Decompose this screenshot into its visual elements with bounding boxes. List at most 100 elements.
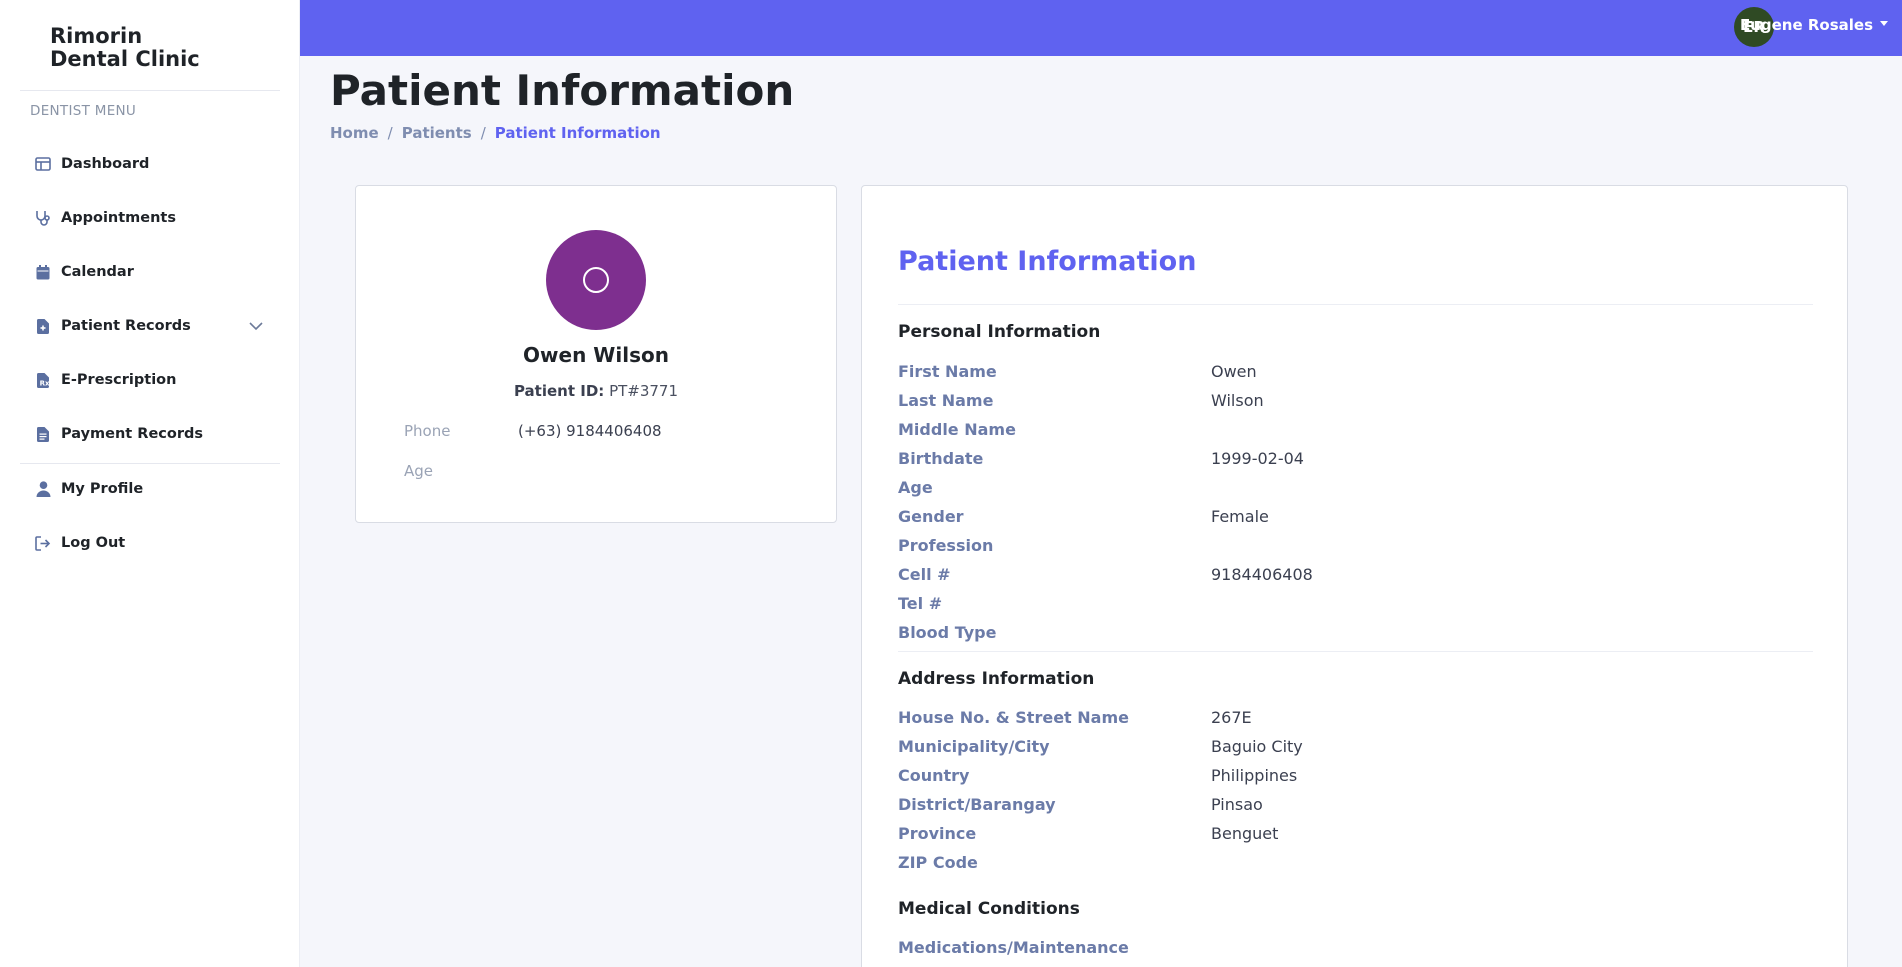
info-row-age: Age xyxy=(898,478,1211,502)
field-value: 1999-02-04 xyxy=(1211,449,1304,468)
field-value: Baguio City xyxy=(1211,737,1303,756)
info-row-country: Country Philippines xyxy=(898,766,1297,790)
field-value: Wilson xyxy=(1211,391,1264,410)
sidebar: Rimorin Dental Clinic DENTIST MENU Dashb… xyxy=(0,0,300,967)
info-row-city: Municipality/City Baguio City xyxy=(898,737,1303,761)
sidebar-item-my-profile[interactable]: My Profile xyxy=(34,474,264,504)
field-label: Cell # xyxy=(898,565,951,584)
phone-value: (+63) 9184406408 xyxy=(518,422,662,440)
info-row-profession: Profession xyxy=(898,536,1211,560)
profile-phone-row: Phone (+63) 9184406408 xyxy=(404,422,662,440)
sidebar-item-label: Appointments xyxy=(61,210,176,226)
info-row-province: Province Benguet xyxy=(898,824,1278,848)
field-label: Gender xyxy=(898,507,964,526)
patient-information-card: Patient Information Personal Information… xyxy=(861,185,1848,967)
field-label: ZIP Code xyxy=(898,853,978,872)
breadcrumb-current: Patient Information xyxy=(494,124,661,142)
info-row-cell: Cell # 9184406408 xyxy=(898,565,1313,589)
sidebar-item-log-out[interactable]: Log Out xyxy=(34,528,264,558)
info-row-middle-name: Middle Name xyxy=(898,420,1211,444)
divider xyxy=(898,651,1813,652)
field-value: Pinsao xyxy=(1211,795,1263,814)
patient-id-label: Patient ID: xyxy=(513,382,605,400)
breadcrumb-separator: / xyxy=(387,124,393,142)
sidebar-item-label: Payment Records xyxy=(61,426,203,442)
sidebar-item-label: Log Out xyxy=(61,535,126,551)
chevron-down-icon[interactable] xyxy=(248,318,264,334)
info-row-street: House No. & Street Name 267E xyxy=(898,708,1252,732)
phone-label: Phone xyxy=(404,422,451,440)
sidebar-item-payment-records[interactable]: Payment Records xyxy=(34,419,264,449)
sidebar-item-label: Dashboard xyxy=(61,156,150,172)
stethoscope-icon xyxy=(34,209,52,227)
breadcrumb-patients[interactable]: Patients xyxy=(402,124,472,142)
sidebar-item-appointments[interactable]: Appointments xyxy=(34,203,264,233)
info-row-barangay: District/Barangay Pinsao xyxy=(898,795,1263,819)
section-title-personal: Personal Information xyxy=(898,322,1101,342)
patient-avatar xyxy=(546,230,646,330)
top-navbar: ER Eugene Rosales xyxy=(300,0,1902,56)
field-label: Blood Type xyxy=(898,623,997,642)
field-label: Municipality/City xyxy=(898,737,1050,756)
patient-id: Patient ID: PT#3771 xyxy=(356,382,836,400)
field-value: 9184406408 xyxy=(1211,565,1313,584)
breadcrumb: Home / Patients / Patient Information xyxy=(330,124,661,142)
info-row-zip: ZIP Code xyxy=(898,853,1211,877)
patient-id-value: PT#3771 xyxy=(609,382,679,400)
field-label: Tel # xyxy=(898,594,943,613)
sidebar-item-label: E-Prescription xyxy=(61,372,177,388)
info-row-tel: Tel # xyxy=(898,594,1211,618)
sidebar-item-label: My Profile xyxy=(61,481,144,497)
info-row-first-name: First Name Owen xyxy=(898,362,1257,386)
field-label: Province xyxy=(898,824,977,843)
sidebar-item-label: Calendar xyxy=(61,264,134,280)
field-label: Middle Name xyxy=(898,420,1016,439)
info-row-medications: Medications/Maintenance xyxy=(898,938,1211,962)
patient-profile-card: Owen Wilson Patient ID: PT#3771 Phone (+… xyxy=(355,185,837,523)
caret-down-icon xyxy=(1880,21,1888,26)
field-label: First Name xyxy=(898,362,997,381)
field-label: District/Barangay xyxy=(898,795,1056,814)
sidebar-divider xyxy=(20,90,280,91)
receipt-icon xyxy=(34,425,52,443)
profile-age-row: Age xyxy=(404,462,518,480)
field-label: House No. & Street Name xyxy=(898,708,1129,727)
info-row-gender: Gender Female xyxy=(898,507,1269,531)
field-value: Female xyxy=(1211,507,1269,526)
field-label: Birthdate xyxy=(898,449,984,468)
age-label: Age xyxy=(404,462,434,480)
section-title-address: Address Information xyxy=(898,669,1095,689)
field-value: 267E xyxy=(1211,708,1252,727)
sidebar-divider xyxy=(20,463,280,464)
brand-name-line-2: Dental Clinic xyxy=(50,47,200,71)
page-title: Patient Information xyxy=(330,66,795,115)
sidebar-item-dashboard[interactable]: Dashboard xyxy=(34,149,264,179)
field-label: Country xyxy=(898,766,970,785)
medical-file-icon xyxy=(34,317,52,335)
info-row-last-name: Last Name Wilson xyxy=(898,391,1264,415)
brand-logo[interactable]: Rimorin Dental Clinic xyxy=(50,25,200,71)
patient-name: Owen Wilson xyxy=(523,343,669,367)
user-icon xyxy=(34,480,52,498)
field-label: Profession xyxy=(898,536,994,555)
logout-icon xyxy=(34,534,52,552)
prescription-icon: Rx xyxy=(34,371,52,389)
info-card-title: Patient Information xyxy=(898,246,1197,277)
info-row-birthdate: Birthdate 1999-02-04 xyxy=(898,449,1304,473)
field-value: Philippines xyxy=(1211,766,1298,785)
field-label: Age xyxy=(898,478,933,497)
sidebar-item-calendar[interactable]: Calendar xyxy=(34,257,264,287)
info-row-blood-type: Blood Type xyxy=(898,623,1211,647)
field-value: Benguet xyxy=(1211,824,1279,843)
avatar-placeholder-icon xyxy=(583,267,609,293)
sidebar-item-patient-records[interactable]: Patient Records xyxy=(34,311,264,341)
dashboard-icon xyxy=(34,155,52,173)
breadcrumb-home[interactable]: Home xyxy=(330,124,379,142)
sidebar-item-e-prescription[interactable]: Rx E-Prescription xyxy=(34,365,264,395)
field-label: Last Name xyxy=(898,391,994,410)
user-menu-dropdown[interactable]: Eugene Rosales xyxy=(1740,16,1888,34)
field-value: Owen xyxy=(1211,362,1257,381)
divider xyxy=(898,304,1813,305)
field-label: Medications/Maintenance xyxy=(898,938,1129,957)
breadcrumb-separator: / xyxy=(480,124,486,142)
